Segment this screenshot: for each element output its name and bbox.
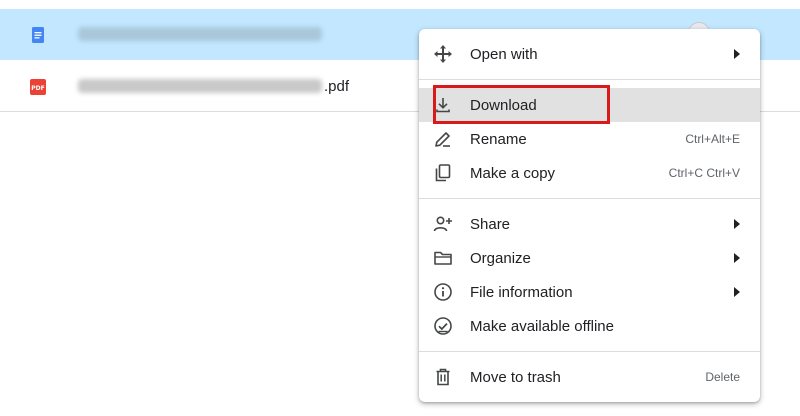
menu-item-shortcut: Ctrl+C Ctrl+V: [668, 166, 740, 180]
menu-item-label: Organize: [470, 250, 531, 267]
menu-item-label: Make a copy: [470, 165, 556, 182]
menu-item-make-a-copy[interactable]: Make a copy Ctrl+C Ctrl+V: [419, 156, 760, 190]
menu-item-label: Rename: [470, 131, 527, 148]
menu-item-label: Share: [470, 216, 511, 233]
file-name-redacted: [78, 27, 322, 41]
menu-divider: [419, 79, 760, 80]
submenu-arrow-icon: [734, 287, 740, 297]
submenu-arrow-icon: [734, 49, 740, 59]
menu-item-label: Make available offline: [470, 318, 614, 335]
svg-text:PDF: PDF: [31, 85, 44, 92]
pencil-icon: [435, 132, 450, 147]
move-arrows-icon: [434, 45, 452, 63]
copy-icon: [435, 164, 451, 182]
pdf-icon: PDF: [30, 79, 46, 95]
menu-item-shortcut: Delete: [705, 370, 740, 384]
file-name-redacted: [78, 79, 322, 93]
info-icon: [434, 283, 452, 301]
menu-item-file-information[interactable]: File information: [419, 275, 760, 309]
submenu-arrow-icon: [734, 219, 740, 229]
menu-divider: [419, 198, 760, 199]
menu-item-move-to-trash[interactable]: Move to trash Delete: [419, 360, 760, 394]
submenu-arrow-icon: [734, 253, 740, 263]
menu-item-share[interactable]: Share: [419, 207, 760, 241]
google-docs-icon: [32, 27, 44, 43]
menu-divider: [419, 351, 760, 352]
person-add-icon: [433, 216, 452, 232]
menu-item-rename[interactable]: Rename Ctrl+Alt+E: [419, 122, 760, 156]
menu-item-label: File information: [470, 284, 573, 301]
trash-icon: [436, 368, 450, 386]
menu-item-shortcut: Ctrl+Alt+E: [685, 132, 740, 146]
offline-check-icon: [434, 317, 452, 335]
file-extension: .pdf: [324, 78, 350, 95]
menu-item-organize[interactable]: Organize: [419, 241, 760, 275]
menu-item-make-available-offline[interactable]: Make available offline: [419, 309, 760, 343]
download-highlight-callout: [433, 85, 610, 124]
menu-item-label: Open with: [470, 46, 538, 63]
menu-item-label: Move to trash: [470, 369, 561, 386]
folder-icon: [434, 251, 452, 265]
menu-item-open-with[interactable]: Open with: [419, 37, 760, 71]
